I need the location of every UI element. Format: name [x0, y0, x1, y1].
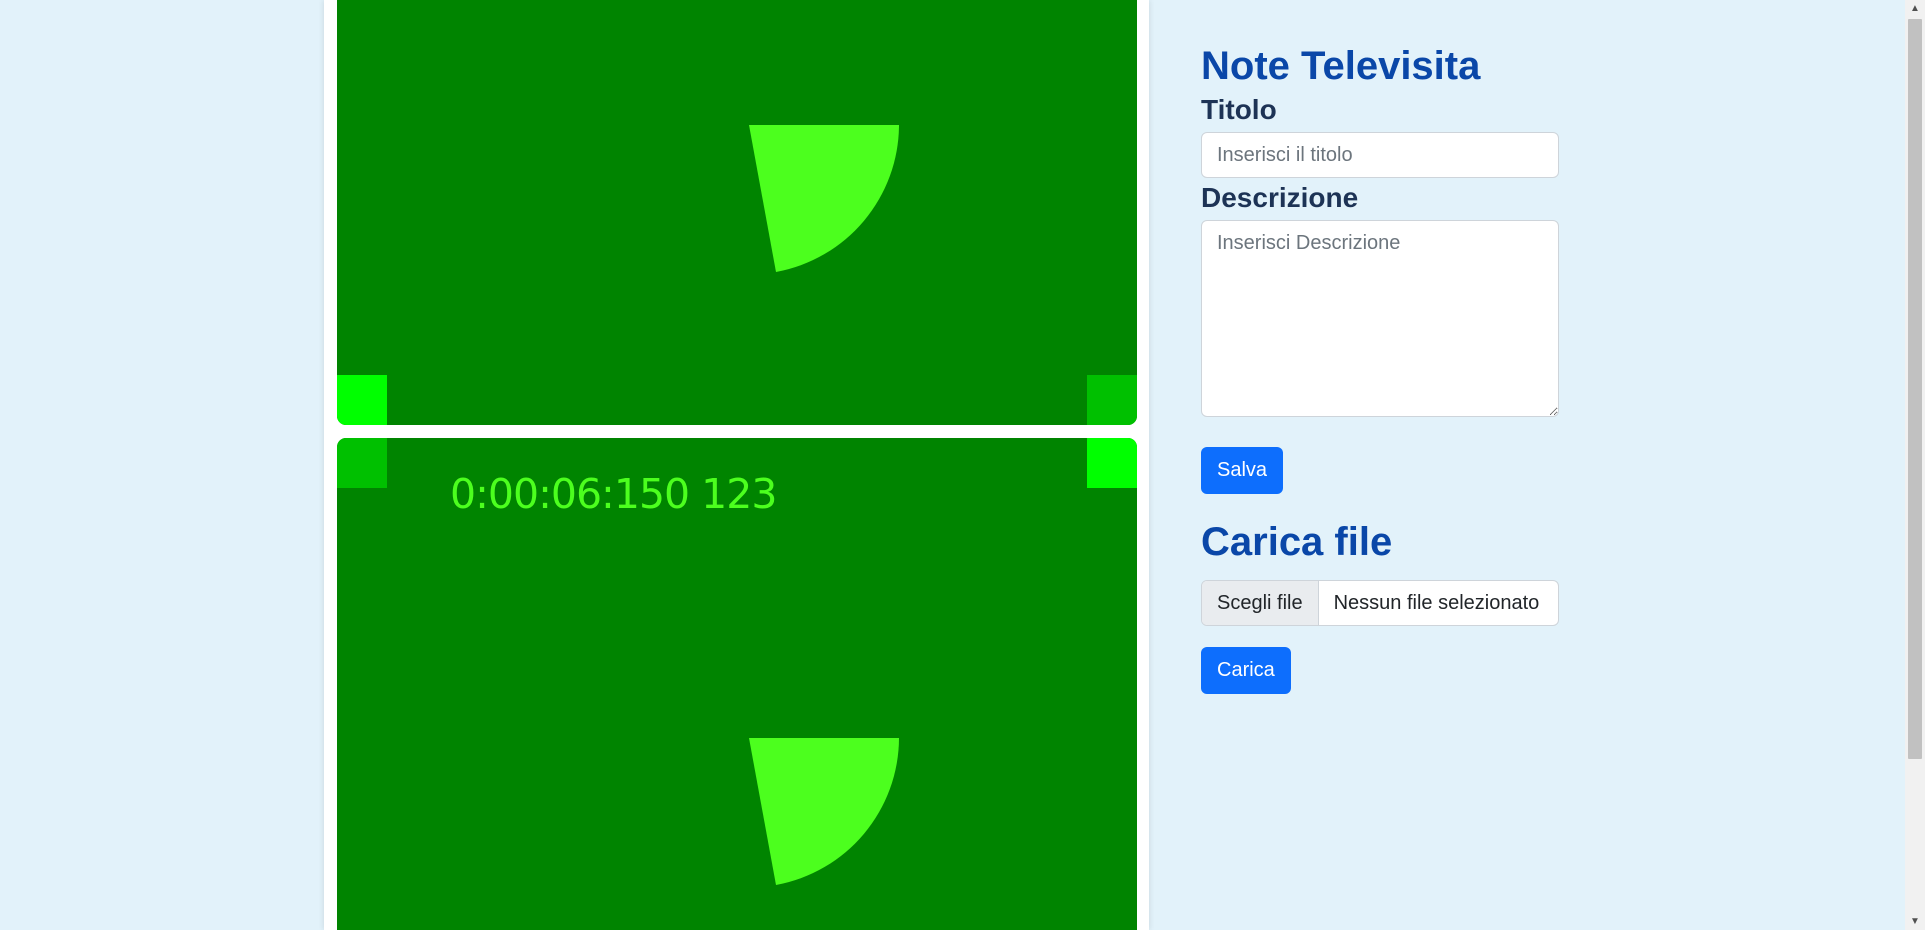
- upload-heading: Carica file: [1201, 520, 1393, 564]
- save-button[interactable]: Salva: [1201, 447, 1284, 494]
- corner-marker-bottom-left: [337, 375, 387, 425]
- video-panel: 0:00:06:150 123: [324, 0, 1149, 930]
- file-input[interactable]: Scegli file Nessun file selezionato: [1201, 580, 1559, 626]
- video-frame-graphic: [749, 125, 899, 272]
- scroll-down-icon[interactable]: ▼: [1905, 913, 1925, 930]
- local-video-stream: 0:00:06:150 123: [337, 438, 1137, 930]
- notes-form: Note Televisita Titolo Descrizione Salva…: [1201, 40, 1559, 694]
- description-label: Descrizione: [1201, 182, 1359, 213]
- page: 0:00:06:150 123 Note Televisita Titolo D…: [0, 0, 1925, 930]
- corner-marker-top-right: [1087, 438, 1137, 488]
- remote-video-stream: [337, 0, 1137, 425]
- choose-file-button[interactable]: Scegli file: [1202, 581, 1319, 625]
- scroll-thumb[interactable]: [1908, 19, 1922, 759]
- corner-marker-bottom-right: [1087, 375, 1137, 425]
- scroll-up-icon[interactable]: ▲: [1905, 0, 1925, 17]
- description-textarea[interactable]: [1201, 220, 1559, 417]
- video-timecode: 0:00:06:150 123: [450, 470, 777, 518]
- green-wedge-shape: [749, 738, 899, 885]
- title-label: Titolo: [1201, 94, 1277, 125]
- upload-button[interactable]: Carica: [1201, 647, 1291, 694]
- title-input[interactable]: [1201, 132, 1559, 178]
- green-wedge-shape: [749, 125, 899, 272]
- corner-marker-top-left: [337, 438, 387, 488]
- vertical-scrollbar[interactable]: ▲ ▼: [1905, 0, 1925, 930]
- selected-file-name: Nessun file selezionato: [1333, 591, 1540, 614]
- notes-heading: Note Televisita: [1201, 44, 1481, 88]
